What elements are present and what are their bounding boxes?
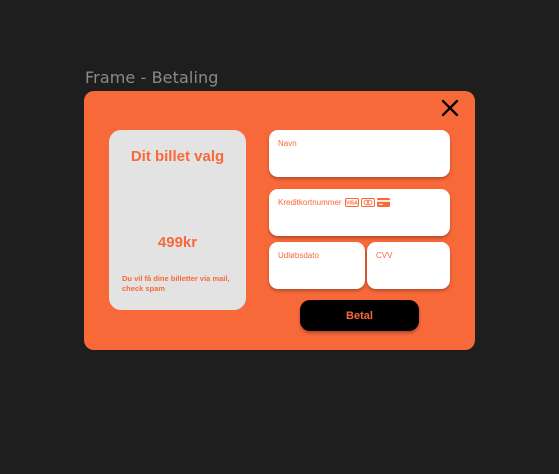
ticket-summary-card: Dit billet valg 499kr Du vil få dine bil… — [109, 130, 246, 310]
expiry-date-input[interactable] — [277, 267, 357, 283]
close-button[interactable] — [441, 99, 459, 117]
card-icons: VISA — [344, 198, 390, 207]
card-number-label: Kreditkortnummer VISA — [278, 198, 390, 207]
frame-label: Frame - Betaling — [85, 68, 219, 87]
name-field[interactable]: Navn — [269, 130, 450, 177]
svg-text:VISA: VISA — [346, 201, 358, 207]
card-number-input[interactable] — [277, 214, 442, 230]
cvv-input[interactable] — [375, 267, 442, 283]
card-number-field[interactable]: Kreditkortnummer VISA — [269, 189, 450, 236]
visa-icon: VISA — [344, 198, 359, 207]
mastercard-icon — [360, 198, 375, 207]
email-note: Du vil få dine billetter via mail, check… — [122, 274, 230, 293]
name-label: Navn — [278, 139, 297, 148]
pay-button[interactable]: Betal — [300, 300, 419, 331]
close-icon — [441, 99, 459, 117]
summary-title: Dit billet valg — [130, 148, 225, 165]
expiry-date-field[interactable]: Udløbsdato — [269, 242, 365, 289]
credit-card-icon — [376, 198, 390, 207]
payment-modal: Dit billet valg 499kr Du vil få dine bil… — [84, 91, 475, 350]
cvv-label: CVV — [376, 251, 393, 260]
cvv-field[interactable]: CVV — [367, 242, 450, 289]
expiry-date-label: Udløbsdato — [278, 251, 319, 260]
name-input[interactable] — [277, 155, 442, 171]
ticket-price: 499kr — [157, 234, 198, 251]
